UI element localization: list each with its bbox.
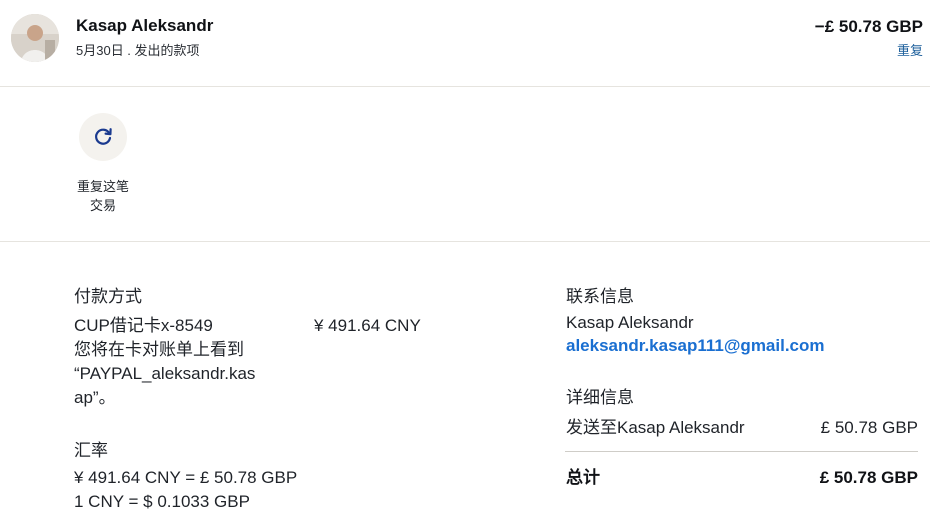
actions-section: 重复这笔 交易 — [0, 87, 930, 242]
contact-info-title: 联系信息 — [566, 287, 634, 306]
payee-name: Kasap Aleksandr — [76, 16, 214, 35]
contact-email-link[interactable]: aleksandr.kasap111@gmail.com — [566, 336, 825, 356]
transaction-detail-page: Kasap Aleksandr 5月30日 . 发出的款项 −£ 50.78 G… — [0, 0, 930, 513]
payment-method-info: CUP借记卡x-8549 您将在卡对账单上看到 “PAYPAL_aleksand… — [74, 314, 294, 410]
refresh-icon — [95, 128, 112, 145]
exchange-rate-values: ¥ 491.64 CNY = £ 50.78 GBP 1 CNY = $ 0.1… — [74, 466, 297, 513]
exchange-rate-line-2: 1 CNY = $ 0.1033 GBP — [74, 492, 250, 511]
exchange-rate-line-1: ¥ 491.64 CNY = £ 50.78 GBP — [74, 468, 298, 487]
repeat-transaction-button[interactable] — [79, 113, 127, 161]
total-amount: £ 50.78 GBP — [819, 468, 918, 487]
transaction-header: Kasap Aleksandr 5月30日 . 发出的款项 −£ 50.78 G… — [0, 0, 930, 87]
exchange-rate-title: 汇率 — [74, 441, 108, 460]
repeat-link[interactable]: 重复 — [897, 40, 923, 59]
repeat-transaction-label-line2: 交易 — [89, 198, 116, 213]
repeat-transaction-label-line1: 重复这笔 — [76, 179, 129, 194]
statement-line-3: ap”。 — [74, 388, 116, 407]
statement-line-2: “PAYPAL_aleksandr.kas — [74, 364, 256, 383]
card-name: CUP借记卡x-8549 — [74, 316, 213, 335]
totals-divider — [565, 451, 918, 452]
transaction-date-type: 5月30日 . 发出的款项 — [76, 43, 200, 58]
avatar — [11, 14, 59, 62]
repeat-transaction-label[interactable]: 重复这笔 交易 — [63, 177, 143, 215]
contact-name: Kasap Aleksandr — [566, 313, 694, 332]
sent-to-amount: £ 50.78 GBP — [820, 418, 918, 437]
statement-line-1: 您将在卡对账单上看到 — [74, 340, 244, 359]
card-amount: ¥ 491.64 CNY — [314, 316, 421, 335]
transaction-amount: −£ 50.78 GBP — [814, 17, 923, 36]
sent-to-label: 发送至Kasap Aleksandr — [566, 418, 745, 437]
payment-method-title: 付款方式 — [74, 287, 142, 306]
details-title: 详细信息 — [566, 388, 634, 407]
total-label: 总计 — [566, 468, 600, 487]
